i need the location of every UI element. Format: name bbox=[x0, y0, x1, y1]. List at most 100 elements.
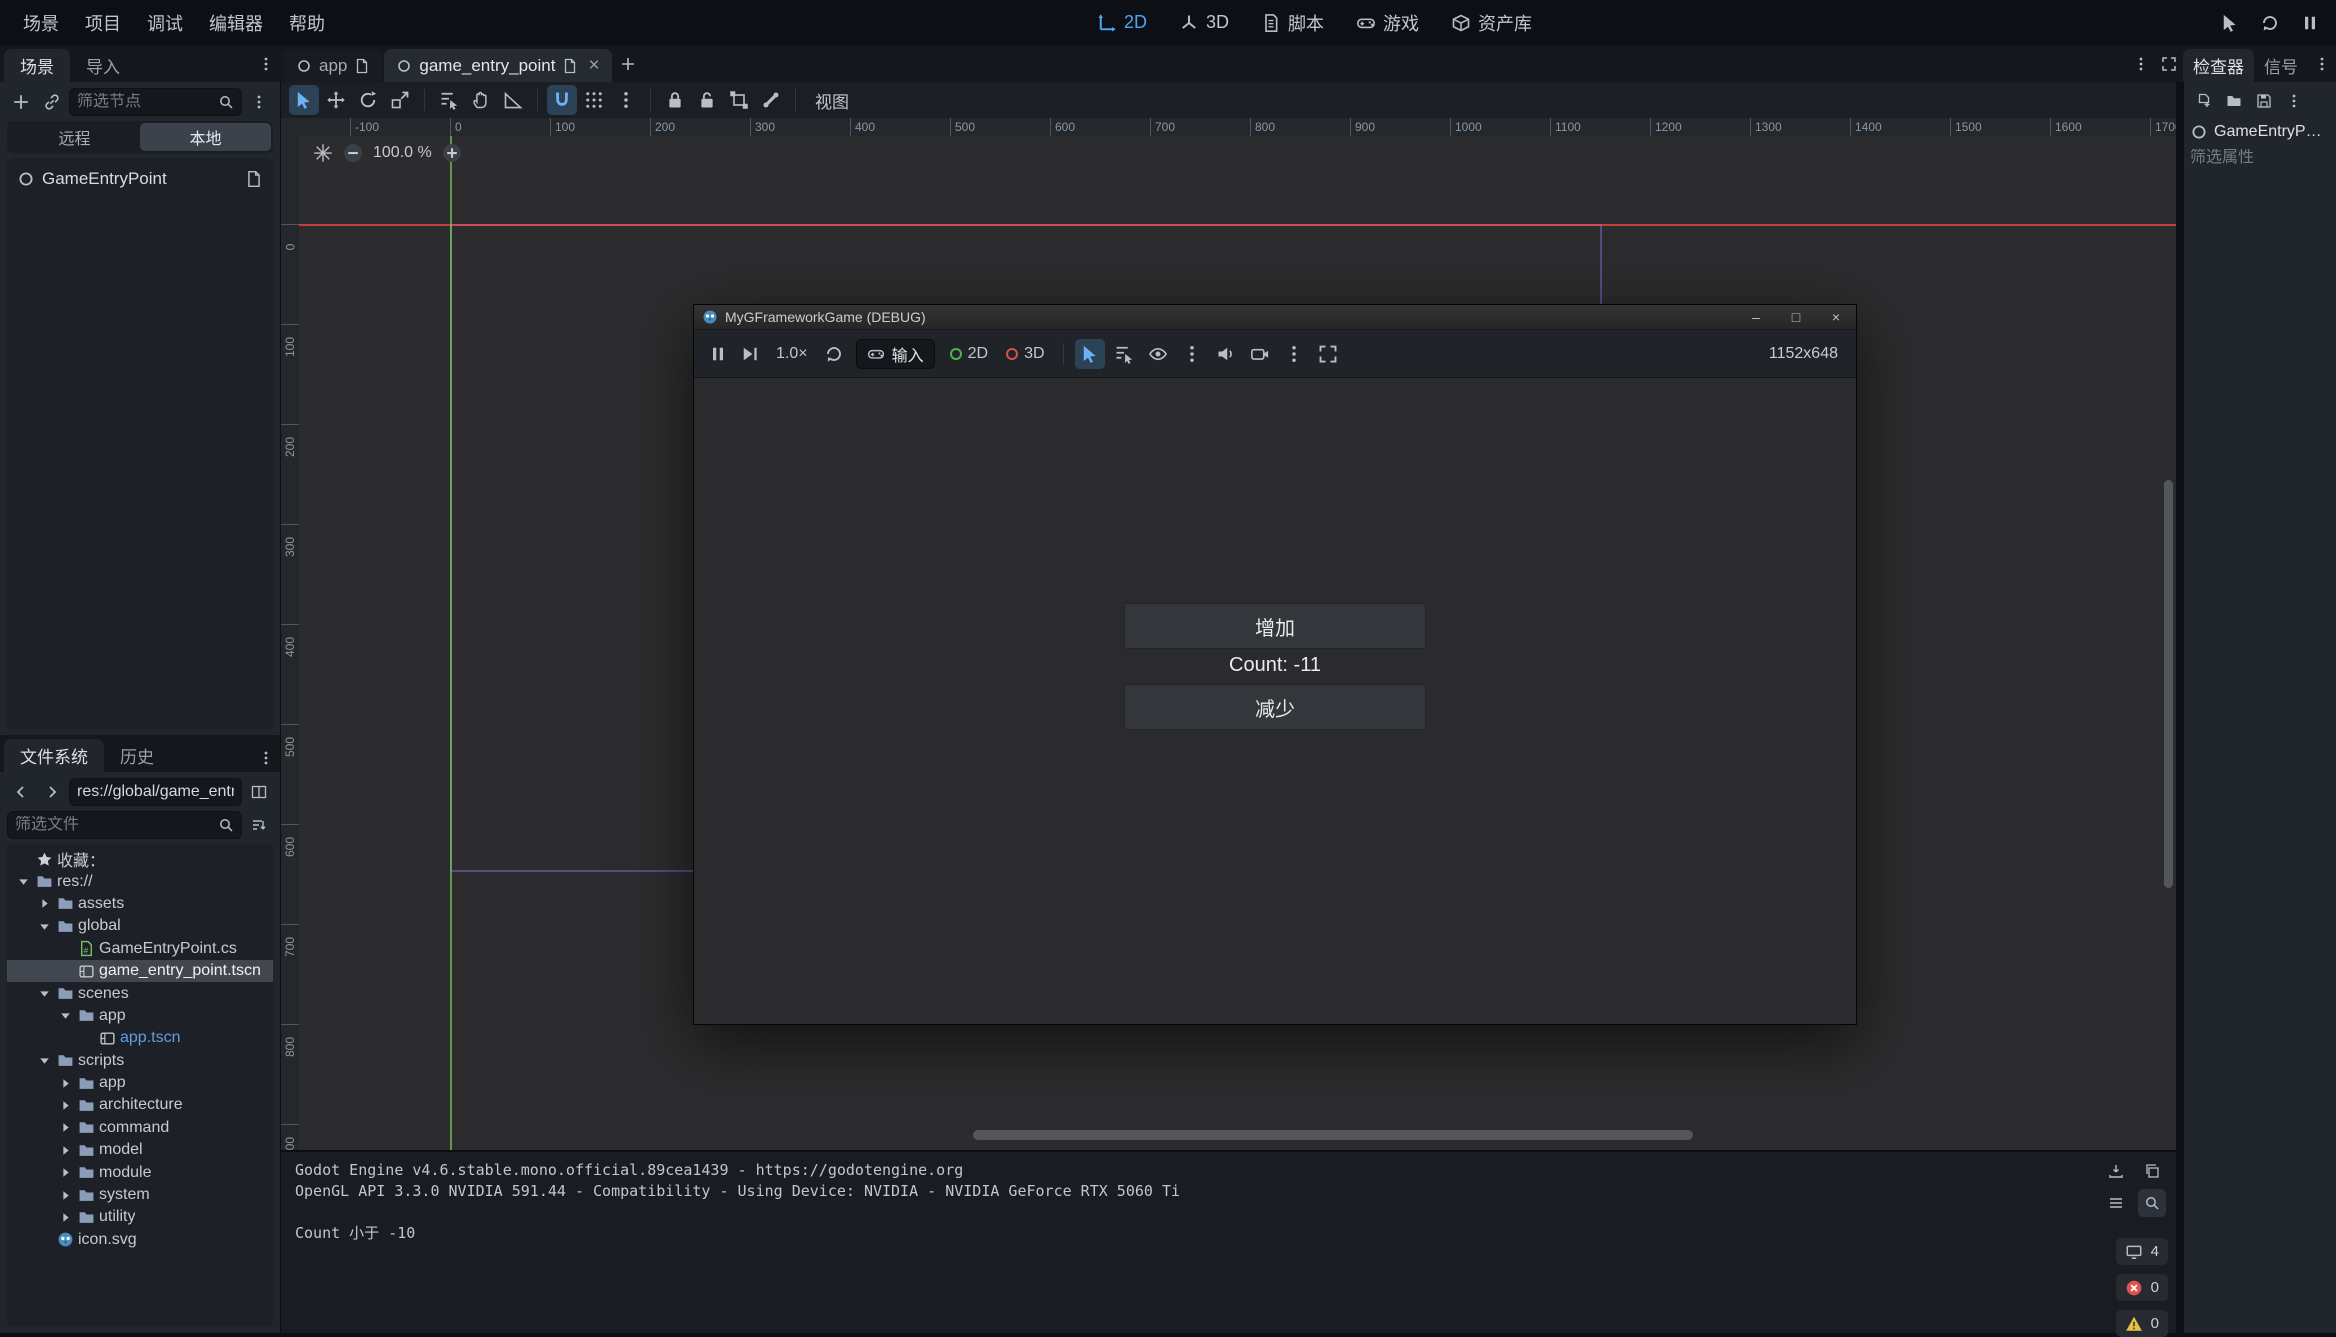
file-row-global[interactable]: global bbox=[7, 915, 273, 937]
file-row-assets[interactable]: assets bbox=[7, 893, 273, 915]
zoom-out-icon[interactable] bbox=[342, 142, 364, 164]
pointer-icon[interactable] bbox=[2214, 7, 2246, 39]
scene-tab-game-entry-point[interactable]: game_entry_point × bbox=[384, 49, 611, 82]
expander-icon[interactable] bbox=[57, 1007, 74, 1024]
game-window-titlebar[interactable]: MyGFrameworkGame (DEBUG) – □ × bbox=[694, 305, 1856, 330]
menu-editor[interactable]: 编辑器 bbox=[196, 0, 276, 45]
filter-nodes-input[interactable] bbox=[77, 93, 213, 111]
lock-button[interactable] bbox=[660, 85, 690, 115]
file-row-game-entry-point-tscn[interactable]: game_entry_point.tscn bbox=[7, 960, 273, 982]
scene-tree-options-icon[interactable] bbox=[245, 88, 273, 116]
workspace-assetlib[interactable]: 资产库 bbox=[1439, 5, 1544, 41]
menu-help[interactable]: 帮助 bbox=[276, 0, 338, 45]
expander-icon[interactable] bbox=[57, 1209, 74, 1226]
more-options-button[interactable] bbox=[1279, 339, 1309, 369]
file-row-scripts[interactable]: scripts bbox=[7, 1050, 273, 1072]
zoom-in-icon[interactable] bbox=[441, 142, 463, 164]
file-row-app[interactable]: app bbox=[7, 1005, 273, 1027]
save-log-icon[interactable] bbox=[2102, 1157, 2130, 1185]
group-button[interactable] bbox=[724, 85, 754, 115]
workspace-2d[interactable]: 2D bbox=[1085, 7, 1159, 38]
expander-icon[interactable] bbox=[57, 1119, 74, 1136]
game-list-select-button[interactable] bbox=[1109, 339, 1139, 369]
center-view-icon[interactable] bbox=[313, 143, 333, 163]
expander-icon[interactable] bbox=[36, 1052, 53, 1069]
save-resource-button[interactable] bbox=[2250, 87, 2278, 115]
resource-options-button[interactable] bbox=[2280, 87, 2308, 115]
file-row-model[interactable]: model bbox=[7, 1139, 273, 1161]
filter-properties-input[interactable] bbox=[2190, 149, 2330, 167]
rotate-tool-button[interactable] bbox=[353, 85, 383, 115]
expander-icon[interactable] bbox=[57, 1164, 74, 1181]
expander-icon[interactable] bbox=[36, 985, 53, 1002]
fullscreen-button[interactable] bbox=[1313, 339, 1343, 369]
increase-button[interactable]: 增加 bbox=[1124, 603, 1426, 649]
move-tool-button[interactable] bbox=[321, 85, 351, 115]
sort-files-icon[interactable] bbox=[245, 811, 273, 839]
workspace-3d[interactable]: 3D bbox=[1167, 7, 1241, 38]
expander-icon[interactable] bbox=[15, 873, 32, 890]
new-scene-tab-icon[interactable] bbox=[614, 50, 642, 78]
dock-menu-icon[interactable] bbox=[252, 744, 280, 772]
load-resource-button[interactable] bbox=[2220, 87, 2248, 115]
menu-scene[interactable]: 场景 bbox=[10, 0, 72, 45]
menu-debug[interactable]: 调试 bbox=[134, 0, 196, 45]
select-tool-button[interactable] bbox=[289, 85, 319, 115]
file-row-module[interactable]: module bbox=[7, 1161, 273, 1183]
debug-options-button[interactable] bbox=[1177, 339, 1207, 369]
new-resource-button[interactable] bbox=[2190, 87, 2218, 115]
file-row-gameentrypoint-cs[interactable]: #GameEntryPoint.cs bbox=[7, 938, 273, 960]
file-row-app[interactable]: app bbox=[7, 1072, 273, 1094]
filter-files-input[interactable] bbox=[15, 816, 213, 834]
unlock-button[interactable] bbox=[692, 85, 722, 115]
toggle-format-icon[interactable] bbox=[2102, 1189, 2130, 1217]
split-view-icon[interactable] bbox=[245, 778, 273, 806]
pause-icon[interactable] bbox=[2294, 7, 2326, 39]
zoom-level[interactable]: 100.0 % bbox=[373, 144, 432, 162]
scene-tab-app[interactable]: app bbox=[284, 49, 382, 82]
game-select-tool-button[interactable] bbox=[1075, 339, 1105, 369]
expander-icon[interactable] bbox=[57, 1097, 74, 1114]
tab-filesystem[interactable]: 文件系统 bbox=[4, 739, 104, 772]
scene-tab-list-icon[interactable] bbox=[2127, 50, 2155, 78]
expand-viewport-icon[interactable] bbox=[2155, 50, 2183, 78]
debugger-badge[interactable]: 4 bbox=[2116, 1238, 2168, 1265]
close-tab-icon[interactable]: × bbox=[588, 55, 599, 77]
dock-menu-icon[interactable] bbox=[252, 50, 280, 78]
horizontal-scrollbar[interactable] bbox=[973, 1130, 1693, 1140]
vertical-scrollbar[interactable] bbox=[2164, 480, 2173, 888]
grid-snap-button[interactable] bbox=[579, 85, 609, 115]
scene-tree-node-gameentrypoint[interactable]: GameEntryPoint bbox=[7, 162, 273, 195]
file-row-res[interactable]: res:// bbox=[7, 870, 273, 892]
instance-scene-button[interactable] bbox=[38, 88, 66, 116]
current-path-input[interactable] bbox=[77, 783, 234, 801]
mute-audio-button[interactable] bbox=[1211, 339, 1241, 369]
input-mode-button[interactable]: 输入 bbox=[856, 339, 935, 369]
file-row-command[interactable]: command bbox=[7, 1117, 273, 1139]
file-row-utility[interactable]: utility bbox=[7, 1206, 273, 1228]
reset-button[interactable] bbox=[820, 340, 848, 368]
expander-icon[interactable] bbox=[36, 918, 53, 935]
close-button[interactable]: × bbox=[1816, 305, 1856, 329]
expander-icon[interactable] bbox=[57, 1075, 74, 1092]
workspace-game[interactable]: 游戏 bbox=[1344, 5, 1431, 41]
local-button[interactable]: 本地 bbox=[140, 123, 271, 151]
remote-button[interactable]: 远程 bbox=[9, 123, 140, 151]
tab-signals[interactable]: 信号 bbox=[2254, 49, 2308, 82]
attached-script-icon[interactable] bbox=[245, 170, 263, 188]
camera-override-button[interactable] bbox=[1245, 339, 1275, 369]
mode-3d-button[interactable]: 3D bbox=[999, 345, 1051, 363]
skeleton-button[interactable] bbox=[756, 85, 786, 115]
decrease-button[interactable]: 减少 bbox=[1124, 684, 1426, 730]
file-row-architecture[interactable]: architecture bbox=[7, 1094, 273, 1116]
snap-options-button[interactable] bbox=[611, 85, 641, 115]
suspend-button[interactable] bbox=[704, 340, 732, 368]
dock-menu-icon[interactable] bbox=[2308, 50, 2336, 78]
expander-icon[interactable] bbox=[57, 1142, 74, 1159]
tab-import-dock[interactable]: 导入 bbox=[70, 49, 136, 82]
search-log-icon[interactable] bbox=[2138, 1189, 2166, 1217]
time-scale-label[interactable]: 1.0× bbox=[768, 345, 816, 363]
expander-icon[interactable] bbox=[36, 895, 53, 912]
restart-icon[interactable] bbox=[2254, 7, 2286, 39]
tab-inspector[interactable]: 检查器 bbox=[2183, 49, 2254, 82]
